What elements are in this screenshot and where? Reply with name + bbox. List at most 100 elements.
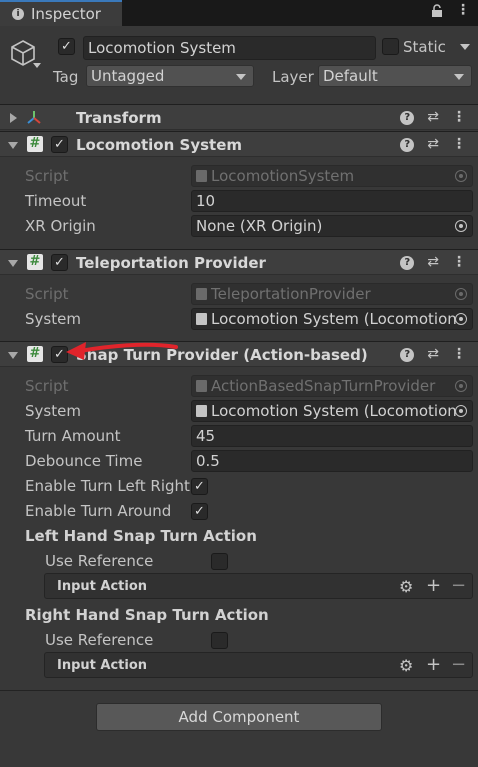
transform-title: Transform: [76, 109, 162, 127]
transform-header-icons: ? ⇄ ⋮: [400, 109, 466, 125]
teleportation-provider-header[interactable]: # Teleportation Provider ? ⇄ ⋮: [0, 249, 478, 275]
enable-turn-left-right-label: Enable Turn Left Right: [25, 477, 190, 495]
gear-icon[interactable]: ⚙: [399, 577, 413, 596]
teleportation-script-value: TeleportationProvider: [211, 285, 371, 303]
locomotion-script-field: LocomotionSystem: [191, 165, 473, 187]
snap-turn-script-field: ActionBasedSnapTurnProvider: [191, 375, 473, 397]
script-label: Script: [25, 167, 69, 185]
context-menu-icon[interactable]: ⋮: [452, 136, 466, 152]
left-input-action-box[interactable]: Input Action ⚙ + −: [44, 573, 473, 599]
foldout-open-icon[interactable]: [8, 260, 18, 267]
kebab-menu-icon[interactable]: ⋮: [456, 2, 470, 18]
gear-icon[interactable]: ⚙: [399, 656, 413, 675]
teleportation-system-value: Locomotion System (Locomotion: [211, 310, 457, 328]
tag-label: Tag: [53, 68, 79, 86]
object-picker-icon[interactable]: [455, 313, 467, 325]
xr-origin-value: None (XR Origin): [196, 217, 323, 235]
layer-value: Default: [323, 67, 378, 85]
presets-icon[interactable]: ⇄: [427, 346, 439, 362]
locomotion-system-header[interactable]: # Locomotion System ? ⇄ ⋮: [0, 131, 478, 157]
layer-label: Layer: [272, 68, 314, 86]
teleportation-enabled-checkbox[interactable]: [51, 254, 68, 271]
chevron-down-icon: [454, 74, 464, 80]
transform-header[interactable]: Transform ? ⇄ ⋮: [0, 104, 478, 130]
teleportation-header-icons: ? ⇄ ⋮: [400, 254, 466, 270]
teleportation-title: Teleportation Provider: [76, 254, 266, 272]
static-checkbox[interactable]: [382, 38, 399, 55]
add-icon[interactable]: +: [426, 575, 441, 596]
locomotion-system-enabled-checkbox[interactable]: [51, 136, 68, 153]
left-use-reference-label: Use Reference: [45, 552, 154, 570]
foldout-closed-icon[interactable]: [10, 113, 17, 123]
object-picker-icon: [455, 288, 467, 300]
lock-icon[interactable]: [431, 4, 443, 22]
locomotion-header-icons: ? ⇄ ⋮: [400, 136, 466, 152]
object-name-input[interactable]: Locomotion System: [83, 36, 376, 60]
annotation-arrow-icon: [66, 342, 178, 360]
foldout-open-icon[interactable]: [8, 142, 18, 149]
tab-bar: i Inspector ⋮: [0, 0, 478, 26]
enable-turn-left-right-checkbox[interactable]: [191, 478, 208, 495]
object-picker-icon[interactable]: [455, 405, 467, 417]
script-label: Script: [25, 285, 69, 303]
turn-amount-input[interactable]: 45: [191, 425, 473, 447]
left-input-action-label: Input Action: [57, 579, 148, 594]
presets-icon[interactable]: ⇄: [427, 136, 439, 152]
info-icon: i: [12, 8, 24, 20]
remove-icon[interactable]: −: [451, 654, 466, 675]
left-hand-action-title: Left Hand Snap Turn Action: [25, 527, 257, 545]
remove-icon[interactable]: −: [451, 575, 466, 596]
context-menu-icon[interactable]: ⋮: [452, 254, 466, 270]
transform-icon: [25, 109, 43, 131]
context-menu-icon[interactable]: ⋮: [452, 346, 466, 362]
snap-turn-system-field[interactable]: Locomotion System (Locomotion: [191, 400, 473, 422]
static-dropdown-arrow-icon[interactable]: [460, 44, 470, 50]
debounce-time-input[interactable]: 0.5: [191, 450, 473, 472]
tag-dropdown[interactable]: Untagged: [86, 65, 254, 87]
object-active-checkbox[interactable]: [58, 38, 75, 55]
script-icon: #: [27, 346, 43, 362]
xr-origin-field[interactable]: None (XR Origin): [191, 215, 473, 237]
script-file-icon: [196, 405, 207, 417]
script-icon: #: [27, 136, 43, 152]
enable-turn-around-checkbox[interactable]: [191, 503, 208, 520]
right-input-action-label: Input Action: [57, 658, 148, 673]
help-icon[interactable]: ?: [400, 138, 415, 152]
presets-icon[interactable]: ⇄: [427, 254, 439, 270]
tab-inspector-label: Inspector: [31, 5, 101, 23]
script-file-icon: [196, 288, 207, 300]
timeout-input[interactable]: 10: [191, 190, 473, 212]
help-icon[interactable]: ?: [400, 256, 415, 270]
object-picker-icon[interactable]: [455, 220, 467, 232]
script-file-icon: [196, 170, 207, 182]
turn-amount-label: Turn Amount: [25, 427, 121, 445]
help-icon[interactable]: ?: [400, 348, 415, 362]
locomotion-system-title: Locomotion System: [76, 136, 242, 154]
left-use-reference-checkbox[interactable]: [211, 553, 228, 570]
help-icon[interactable]: ?: [400, 111, 415, 125]
script-icon: #: [27, 254, 43, 270]
right-use-reference-checkbox[interactable]: [211, 632, 228, 649]
xr-origin-label: XR Origin: [25, 217, 96, 235]
snap-turn-header-icons: ? ⇄ ⋮: [400, 346, 466, 362]
enable-turn-around-label: Enable Turn Around: [25, 502, 172, 520]
context-menu-icon[interactable]: ⋮: [452, 109, 466, 125]
right-input-action-box[interactable]: Input Action ⚙ + −: [44, 652, 473, 678]
foldout-open-icon[interactable]: [8, 352, 18, 359]
system-label: System: [25, 310, 81, 328]
script-file-icon: [196, 313, 207, 325]
layer-dropdown[interactable]: Default: [318, 65, 472, 87]
presets-icon[interactable]: ⇄: [427, 109, 439, 125]
add-icon[interactable]: +: [426, 654, 441, 675]
add-component-button[interactable]: Add Component: [96, 703, 382, 731]
snap-turn-script-value: ActionBasedSnapTurnProvider: [211, 377, 436, 395]
system-label: System: [25, 402, 81, 420]
locomotion-script-value: LocomotionSystem: [211, 167, 355, 185]
right-use-reference-label: Use Reference: [45, 631, 154, 649]
tab-inspector[interactable]: i Inspector: [0, 0, 122, 26]
script-file-icon: [196, 380, 207, 392]
teleportation-system-field[interactable]: Locomotion System (Locomotion: [191, 308, 473, 330]
debounce-time-label: Debounce Time: [25, 452, 143, 470]
right-hand-action-title: Right Hand Snap Turn Action: [25, 606, 269, 624]
icon-dropdown-arrow-icon[interactable]: [33, 63, 41, 68]
